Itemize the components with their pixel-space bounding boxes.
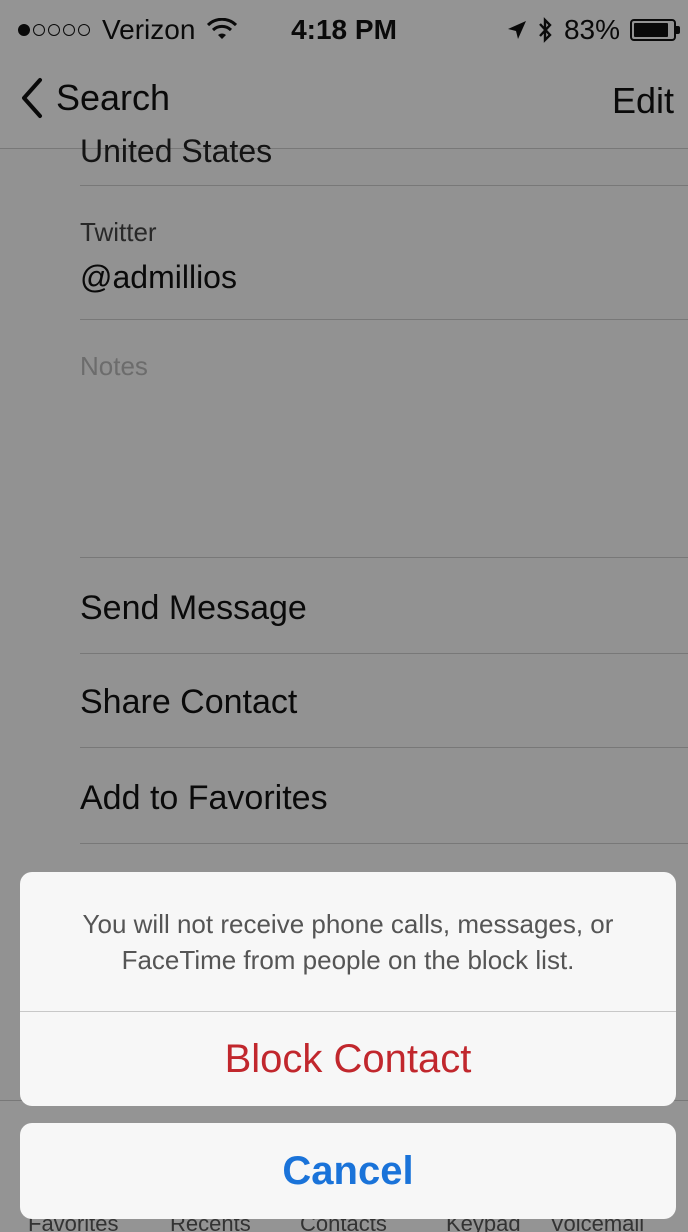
block-contact-button[interactable]: Block Contact: [20, 1012, 676, 1106]
action-sheet: You will not receive phone calls, messag…: [20, 872, 676, 1106]
phone-screen: Verizon 4:18 PM 83% Search Edit United S…: [0, 0, 688, 1232]
action-sheet-message: You will not receive phone calls, messag…: [82, 909, 614, 975]
cancel-button[interactable]: Cancel: [20, 1123, 676, 1219]
cancel-sheet: Cancel: [20, 1123, 676, 1219]
